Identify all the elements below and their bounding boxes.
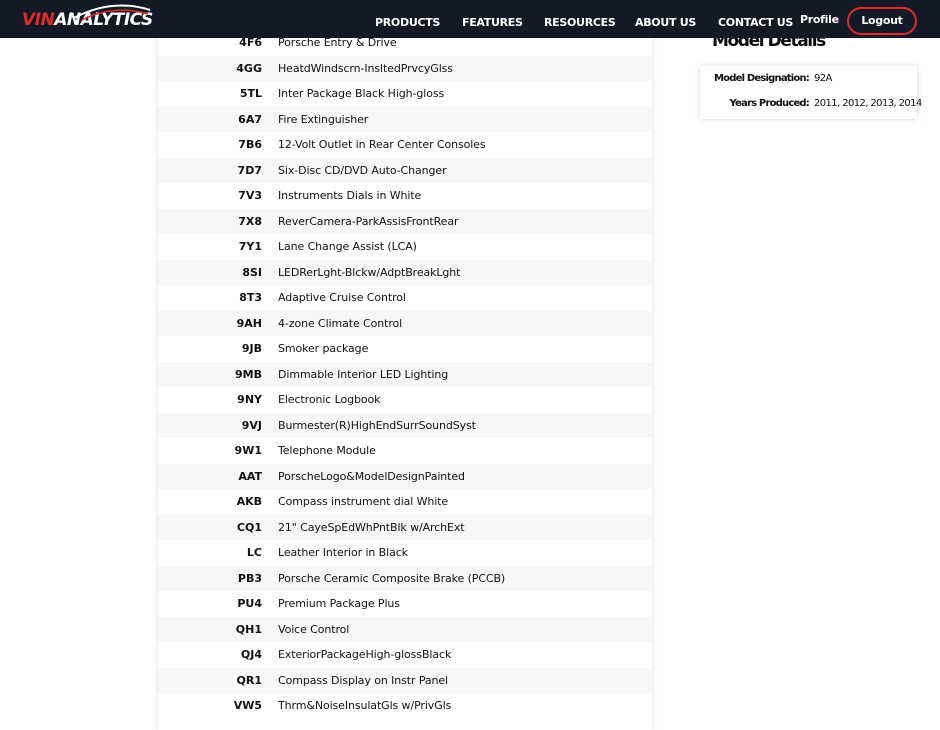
option-description: Voice Control bbox=[278, 622, 350, 636]
table-row: PB3 Porsche Ceramic Composite Brake (PCCB… bbox=[158, 565, 652, 591]
table-row: CQ1 21" CayeSpEdWhPntBlk w/ArchExt bbox=[158, 514, 652, 540]
table-row: 8T3 Adaptive Cruise Control bbox=[158, 285, 652, 311]
table-row: 9AH 4-zone Climate Control bbox=[158, 310, 652, 336]
table-row: 9JB Smoker package bbox=[158, 336, 652, 362]
model-designation-label: Model Designation: bbox=[714, 73, 810, 84]
option-code: QR1 bbox=[236, 673, 262, 687]
option-description: Instruments Dials in White bbox=[278, 189, 422, 202]
nav-products[interactable]: PRODUCTS bbox=[375, 16, 440, 29]
option-code: 7D7 bbox=[237, 163, 262, 177]
nav-contact-us[interactable]: CONTACT US bbox=[718, 16, 793, 29]
option-code: 7X8 bbox=[238, 214, 262, 228]
table-row: AAT PorscheLogo&ModelDesignPainted bbox=[158, 463, 652, 489]
logo-swoosh-icon bbox=[73, 4, 151, 21]
table-row: 9VJ Burmester(R)HighEndSurrSoundSyst bbox=[158, 412, 652, 438]
nav-features[interactable]: FEATURES bbox=[462, 16, 523, 29]
table-row: QJ4 ExteriorPackageHigh-glossBlack bbox=[158, 642, 652, 668]
table-row: 7D7 Six-Disc CD/DVD Auto-Changer bbox=[158, 157, 652, 183]
option-description: 21" CayeSpEdWhPntBlk w/ArchExt bbox=[278, 520, 465, 534]
option-description: Smoker package bbox=[278, 342, 369, 355]
option-description: Thrm&NoiseInsulatGls w/PrivGls bbox=[278, 699, 452, 712]
option-code: 7Y1 bbox=[238, 240, 262, 253]
table-row: QH1 Voice Control bbox=[158, 616, 652, 642]
model-designation-value: 92A bbox=[814, 73, 832, 84]
option-description: Electronic Logbook bbox=[278, 393, 381, 406]
model-designation-row: Model Designation: 92A bbox=[700, 69, 917, 91]
years-produced-label: Years Produced: bbox=[729, 98, 810, 109]
table-row: 7Y1 Lane Change Assist (LCA) bbox=[158, 234, 652, 260]
logo-vin: VIN bbox=[22, 10, 55, 30]
table-row: 9MB Dimmable Interior LED Lighting bbox=[158, 361, 652, 387]
option-description: HeatdWindscrn-InsltedPrvcyGlss bbox=[278, 61, 453, 75]
option-description: Six-Disc CD/DVD Auto-Changer bbox=[278, 163, 447, 177]
model-details-card: Model Designation: 92A Years Produced: 2… bbox=[700, 66, 923, 119]
option-description: Porsche Ceramic Composite Brake (PCCB) bbox=[278, 571, 506, 585]
years-produced-row: Years Produced: 2011, 2012, 2013, 2014 bbox=[700, 94, 923, 116]
table-row: 7V3 Instruments Dials in White bbox=[158, 183, 652, 209]
table-row: 9NY Electronic Logbook bbox=[158, 387, 652, 413]
top-navbar: VINANALYTICS PRODUCTS FEATURES RESOURCES… bbox=[0, 0, 940, 38]
options-panel: 4F6 Porsche Entry & Drive 4GG HeatdWindscrn… bbox=[158, 30, 652, 730]
options-table: 4F6 Porsche Entry & Drive 4GG HeatdWindscrn… bbox=[158, 30, 652, 719]
table-row: AKB Compass instrument dial White bbox=[158, 489, 652, 515]
table-row: 5TL Inter Package Black High-gloss bbox=[158, 81, 652, 107]
option-description: ExteriorPackageHigh-glossBlack bbox=[278, 648, 452, 661]
option-code: 9NY bbox=[237, 393, 262, 406]
table-row: 7X8 ReverCamera-ParkAssisFrontRear bbox=[158, 208, 652, 234]
table-row: PU4 Premium Package Plus bbox=[158, 591, 652, 617]
option-code: 9W1 bbox=[234, 444, 262, 457]
option-code: 8T3 bbox=[239, 291, 262, 304]
option-description: LEDRerLght-Blckw/AdptBreakLght bbox=[278, 265, 461, 279]
option-code: 5TL bbox=[239, 87, 262, 100]
table-row: QR1 Compass Display on Instr Panel bbox=[158, 667, 652, 693]
option-code: 9MB bbox=[235, 367, 262, 381]
nav-about-us[interactable]: ABOUT US bbox=[635, 16, 696, 29]
option-code: AAT bbox=[238, 469, 262, 483]
option-description: Leather Interior in Black bbox=[278, 546, 408, 559]
option-description: 12-Volt Outlet in Rear Center Consoles bbox=[278, 138, 486, 151]
option-code: 8SI bbox=[242, 265, 262, 279]
option-code: AKB bbox=[236, 495, 262, 508]
table-row: 6A7 Fire Extinguisher bbox=[158, 106, 652, 132]
option-code: 7B6 bbox=[238, 138, 262, 151]
option-code: LC bbox=[246, 546, 262, 559]
option-description: Burmester(R)HighEndSurrSoundSyst bbox=[278, 418, 476, 432]
option-code: QJ4 bbox=[240, 648, 262, 661]
option-code: VW5 bbox=[233, 699, 262, 712]
option-description: PorscheLogo&ModelDesignPainted bbox=[278, 469, 465, 483]
option-description: ReverCamera-ParkAssisFrontRear bbox=[278, 214, 459, 228]
table-row: 9W1 Telephone Module bbox=[158, 438, 652, 464]
option-code: 7V3 bbox=[238, 189, 262, 202]
option-code: CQ1 bbox=[236, 520, 262, 534]
logout-button[interactable]: Logout bbox=[847, 7, 917, 35]
option-description: Inter Package Black High-gloss bbox=[278, 87, 445, 100]
option-description: Dimmable Interior LED Lighting bbox=[278, 367, 449, 381]
nav-resources[interactable]: RESOURCES bbox=[544, 16, 616, 29]
option-description: Adaptive Cruise Control bbox=[278, 291, 406, 304]
option-code: 9JB bbox=[241, 342, 262, 355]
option-description: Compass Display on Instr Panel bbox=[278, 673, 449, 687]
table-row: 7B6 12-Volt Outlet in Rear Center Console… bbox=[158, 132, 652, 158]
years-produced-value: 2011, 2012, 2013, 2014 bbox=[814, 98, 922, 109]
nav-profile[interactable]: Profile bbox=[800, 13, 839, 26]
option-code: 9VJ bbox=[241, 418, 262, 432]
option-code: PB3 bbox=[237, 571, 262, 585]
option-description: Premium Package Plus bbox=[278, 597, 400, 610]
table-row: 8SI LEDRerLght-Blckw/AdptBreakLght bbox=[158, 259, 652, 285]
option-description: 4-zone Climate Control bbox=[278, 316, 403, 330]
option-code: 9AH bbox=[236, 316, 262, 330]
option-code: PU4 bbox=[237, 597, 262, 610]
table-row: 4GG HeatdWindscrn-InsltedPrvcyGlss bbox=[158, 55, 652, 81]
option-code: 6A7 bbox=[238, 112, 262, 126]
option-description: Lane Change Assist (LCA) bbox=[278, 240, 417, 253]
option-code: 4GG bbox=[236, 61, 262, 75]
option-description: Compass instrument dial White bbox=[278, 495, 449, 508]
table-row: LC Leather Interior in Black bbox=[158, 540, 652, 566]
option-description: Fire Extinguisher bbox=[278, 112, 369, 126]
option-description: Telephone Module bbox=[278, 444, 376, 457]
option-code: QH1 bbox=[235, 622, 262, 636]
table-row: VW5 Thrm&NoiseInsulatGls w/PrivGls bbox=[158, 693, 652, 719]
